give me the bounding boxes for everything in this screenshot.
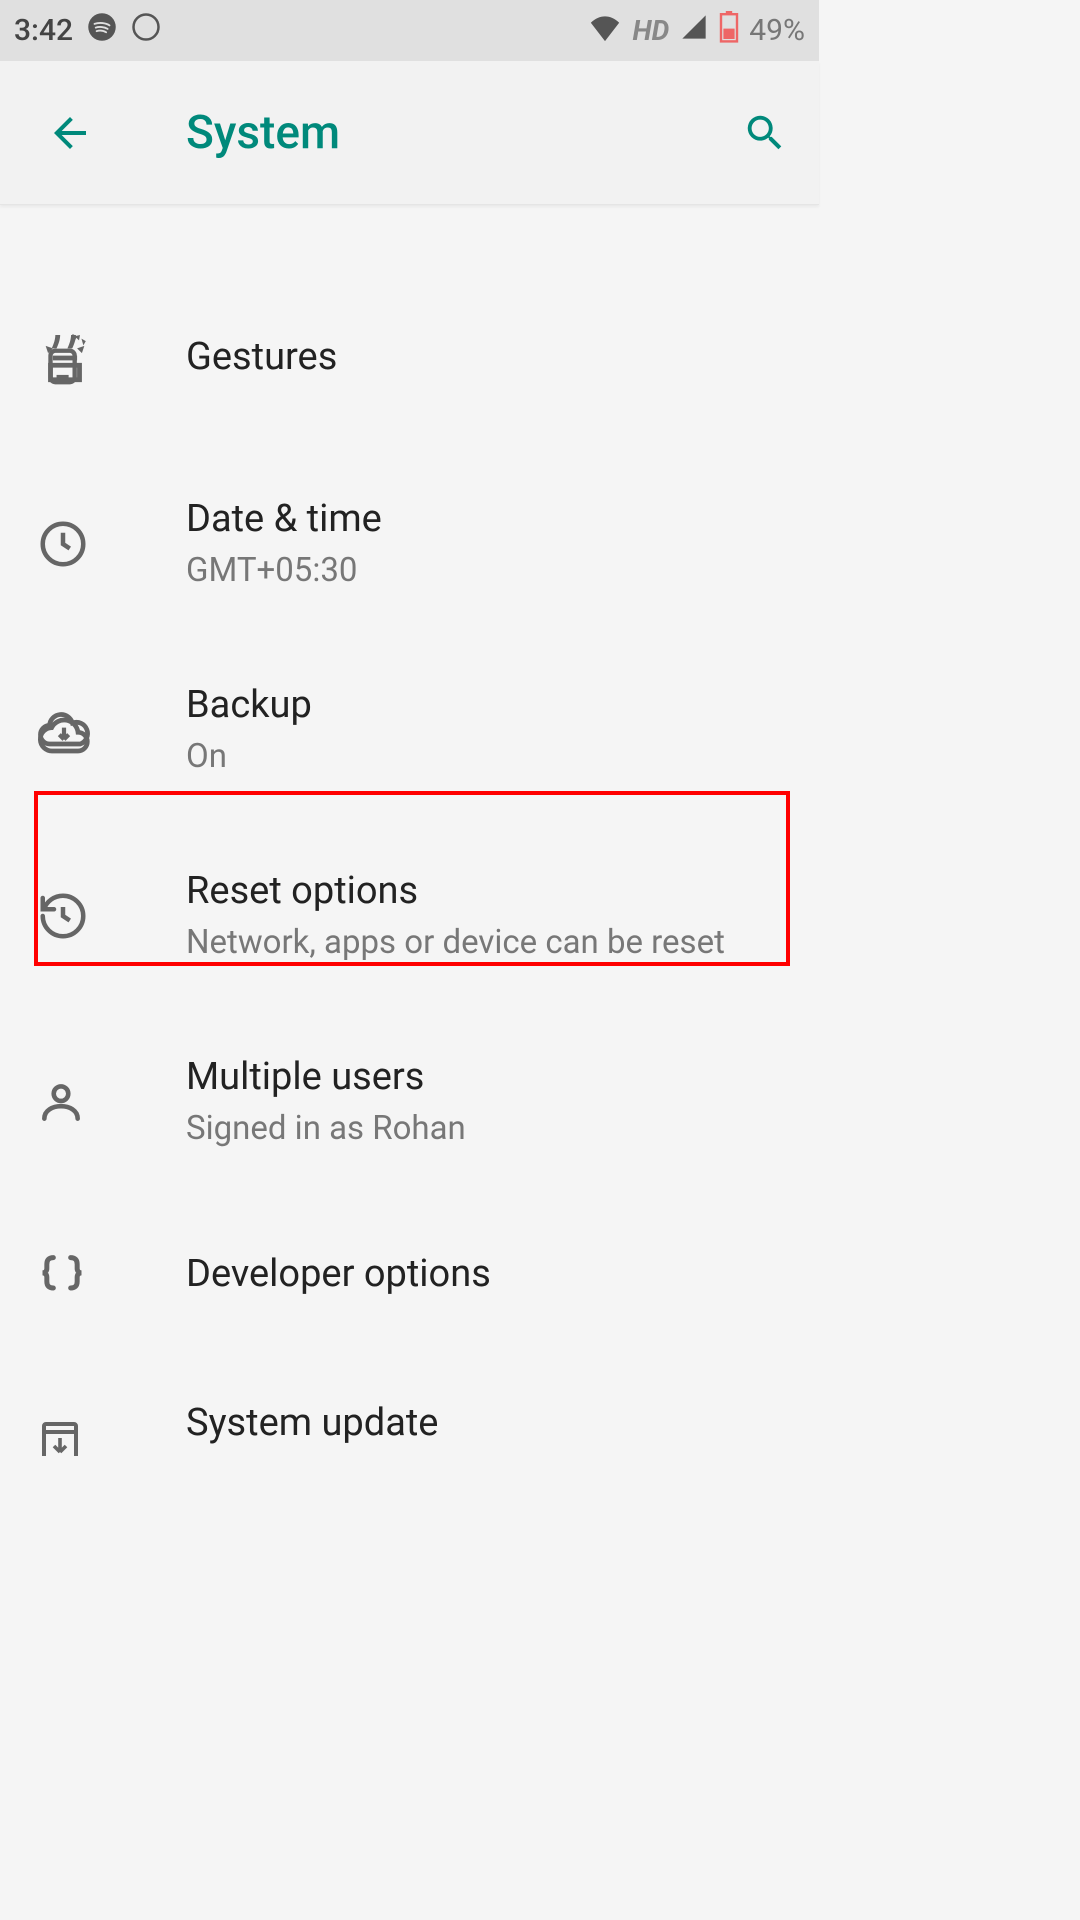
spotify-icon	[87, 12, 117, 50]
status-bar-left: 3:42	[14, 12, 161, 50]
status-bar: 3:42 HD 49%	[0, 0, 819, 61]
cloud-download-icon	[36, 702, 146, 758]
settings-list[interactable]: Gestures Date & time GMT+05:30 Backup On…	[0, 205, 819, 1456]
battery-icon	[719, 11, 739, 51]
search-button[interactable]	[741, 109, 789, 157]
cellular-signal-icon	[679, 13, 709, 49]
list-item-partial[interactable]	[0, 205, 819, 265]
item-title: Multiple users	[186, 1055, 787, 1101]
item-title: Gestures	[186, 335, 787, 381]
wifi-icon	[588, 12, 622, 50]
page-title: System	[186, 106, 741, 160]
list-item-system-update[interactable]: System update Updated to Android 9	[0, 1355, 819, 1456]
item-subtitle: On	[186, 737, 787, 777]
item-subtitle: Updated to Android 9	[186, 1455, 787, 1456]
item-title: Date & time	[186, 497, 787, 543]
item-title: Developer options	[186, 1252, 787, 1298]
restore-icon	[36, 889, 146, 943]
circle-icon	[131, 12, 161, 50]
list-item-gestures[interactable]: Gestures	[0, 265, 819, 451]
item-title: System update	[186, 1401, 787, 1447]
battery-percentage: 49%	[749, 13, 805, 48]
list-item-multiple-users[interactable]: Multiple users Signed in as Rohan	[0, 1009, 819, 1195]
clock-icon	[36, 517, 146, 571]
status-bar-right: HD 49%	[588, 11, 805, 51]
item-subtitle: GMT+05:30	[186, 551, 787, 591]
list-item-backup[interactable]: Backup On	[0, 637, 819, 823]
clock-time: 3:42	[14, 13, 73, 48]
system-update-icon	[36, 1420, 146, 1456]
app-bar: System	[0, 61, 819, 205]
list-item-developer-options[interactable]: Developer options	[0, 1195, 819, 1355]
back-button[interactable]	[46, 109, 94, 157]
item-title: Backup	[186, 683, 787, 729]
item-subtitle: Network, apps or device can be reset	[186, 923, 787, 963]
hd-indicator: HD	[632, 14, 669, 47]
gestures-icon	[36, 329, 146, 387]
item-subtitle: Signed in as Rohan	[186, 1109, 787, 1149]
list-item-date-time[interactable]: Date & time GMT+05:30	[0, 451, 819, 637]
braces-icon	[36, 1249, 146, 1301]
person-icon	[36, 1077, 146, 1127]
item-title: Reset options	[186, 869, 787, 915]
list-item-reset-options[interactable]: Reset options Network, apps or device ca…	[0, 823, 819, 1009]
